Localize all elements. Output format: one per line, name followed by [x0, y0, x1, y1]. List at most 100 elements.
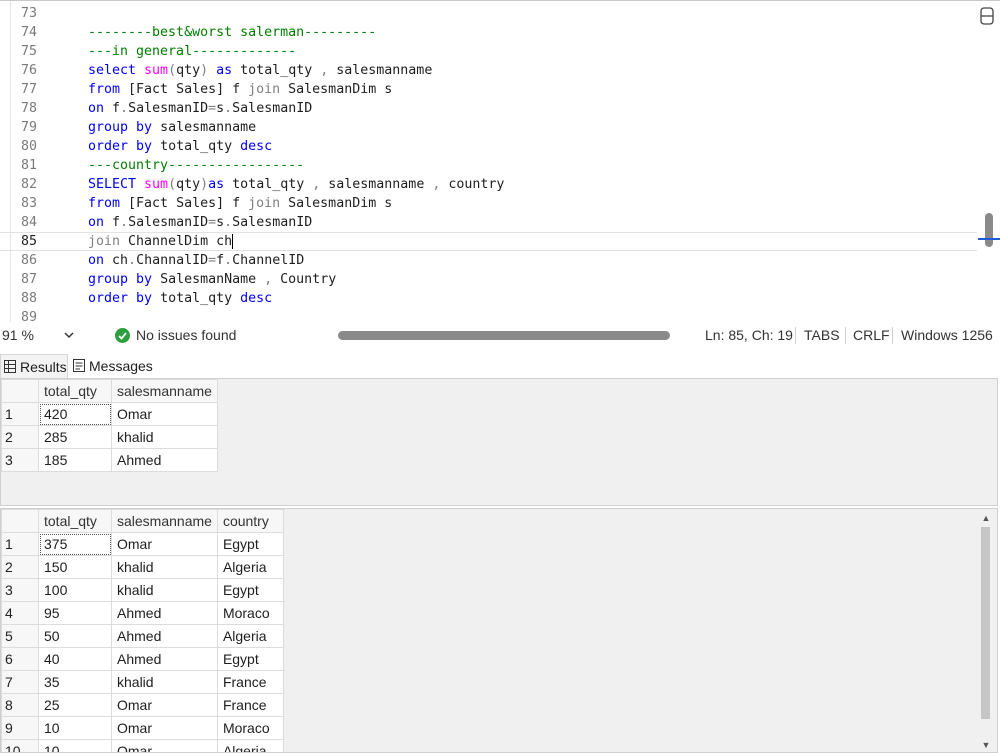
row-number[interactable]: 1	[1, 532, 39, 556]
row-number[interactable]: 3	[1, 578, 39, 602]
table-cell[interactable]: Moraco	[216, 716, 284, 740]
column-header[interactable]: total_qty	[38, 509, 112, 533]
code-line[interactable]: 87 group by SalesmanName , Country	[0, 270, 980, 289]
table-cell[interactable]: Moraco	[216, 601, 284, 625]
grid-vertical-scrollbar[interactable]: ▲ ▼	[979, 513, 993, 750]
code-line[interactable]: 74 --------best&worst salerman---------	[0, 23, 980, 42]
code-text[interactable]: order by total_qty desc	[88, 137, 272, 156]
zoom-level[interactable]: 91 %	[2, 327, 34, 343]
table-cell[interactable]: Omar	[111, 402, 218, 426]
table-row[interactable]: 3 100 khalid Egypt	[1, 578, 284, 602]
code-line[interactable]: 73	[0, 4, 980, 23]
table-cell[interactable]: 420	[38, 402, 112, 426]
code-line[interactable]: 82 SELECT sum(qty)as total_qty , salesman…	[0, 175, 980, 194]
table-row[interactable]: 9 10 Omar Moraco	[1, 716, 284, 740]
table-row[interactable]: 1 375 Omar Egypt	[1, 532, 284, 556]
table-cell[interactable]: Omar	[111, 532, 218, 556]
scroll-up-arrow-icon[interactable]: ▲	[981, 513, 991, 523]
table-cell[interactable]: France	[216, 693, 284, 717]
tab-messages[interactable]: Messages	[70, 354, 156, 378]
column-header[interactable]: salesmanname	[111, 379, 218, 403]
code-text[interactable]: from [Fact Sales] f join SalesmanDim s	[88, 80, 392, 99]
table-cell[interactable]: Algeria	[216, 739, 284, 752]
table-cell[interactable]: Algeria	[216, 624, 284, 648]
table-cell[interactable]: 95	[38, 601, 112, 625]
table-cell[interactable]: 10	[38, 739, 112, 752]
table-cell[interactable]: 35	[38, 670, 112, 694]
column-header[interactable]: total_qty	[38, 379, 112, 403]
code-text[interactable]: ---country-----------------	[88, 156, 304, 175]
table-row[interactable]: 3 185 Ahmed	[1, 448, 218, 472]
row-number[interactable]: 6	[1, 647, 39, 671]
row-number[interactable]: 5	[1, 624, 39, 648]
table-row[interactable]: 5 50 Ahmed Algeria	[1, 624, 284, 648]
code-line[interactable]: 84 on f.SalesmanID=s.SalesmanID	[0, 213, 980, 232]
code-text[interactable]: SELECT sum(qty)as total_qty , salesmanna…	[88, 175, 504, 194]
code-line[interactable]: 79 group by salesmanname	[0, 118, 980, 137]
code-line[interactable]: 83 from [Fact Sales] f join SalesmanDim s	[0, 194, 980, 213]
table-row[interactable]: 7 35 khalid France	[1, 670, 284, 694]
table-cell[interactable]: Egypt	[216, 578, 284, 602]
table-cell[interactable]: khalid	[111, 578, 218, 602]
table-row[interactable]: 6 40 Ahmed Egypt	[1, 647, 284, 671]
line-ending[interactable]: CRLF	[853, 327, 890, 343]
code-text[interactable]: group by SalesmanName , Country	[88, 270, 336, 289]
table-cell[interactable]: Ahmed	[111, 448, 218, 472]
table-row[interactable]: 1 420 Omar	[1, 402, 218, 426]
table-cell[interactable]: Egypt	[216, 532, 284, 556]
code-text[interactable]: --------best&worst salerman---------	[88, 23, 376, 42]
code-line[interactable]: 76 select sum(qty) as total_qty , salesma…	[0, 61, 980, 80]
code-line[interactable]: 88 order by total_qty desc	[0, 289, 980, 308]
table-cell[interactable]: Omar	[111, 716, 218, 740]
table-cell[interactable]: Egypt	[216, 647, 284, 671]
table-cell[interactable]: 10	[38, 716, 112, 740]
row-number[interactable]: 4	[1, 601, 39, 625]
row-number[interactable]: 8	[1, 693, 39, 717]
table-cell[interactable]: 150	[38, 555, 112, 579]
code-text[interactable]: on f.SalesmanID=s.SalesmanID	[88, 99, 312, 118]
sql-editor[interactable]: 73 74 --------best&worst salerman---------…	[0, 0, 1000, 322]
result-table-2[interactable]: total_qty salesmanname country 1 375 Omar Egy…	[1, 509, 284, 752]
row-number[interactable]: 10	[1, 739, 39, 752]
table-cell[interactable]: 40	[38, 647, 112, 671]
table-cell[interactable]: 50	[38, 624, 112, 648]
code-line[interactable]: 80 order by total_qty desc	[0, 137, 980, 156]
code-line[interactable]: 75 ---in general-------------	[0, 42, 980, 61]
table-cell[interactable]: 185	[38, 448, 112, 472]
editor-horizontal-scrollbar[interactable]	[338, 331, 670, 340]
code-line[interactable]: 81 ---country-----------------	[0, 156, 980, 175]
chevron-down-icon[interactable]	[62, 328, 76, 342]
table-cell[interactable]: Ahmed	[111, 601, 218, 625]
code-text[interactable]: from [Fact Sales] f join SalesmanDim s	[88, 194, 392, 213]
row-number[interactable]: 2	[1, 555, 39, 579]
grid-corner-cell[interactable]	[1, 379, 39, 403]
scroll-down-arrow-icon[interactable]: ▼	[981, 740, 991, 750]
column-header[interactable]: salesmanname	[111, 509, 218, 533]
table-cell[interactable]: khalid	[111, 425, 218, 449]
table-row[interactable]: 8 25 Omar France	[1, 693, 284, 717]
table-cell[interactable]: Ahmed	[111, 647, 218, 671]
row-number[interactable]: 1	[1, 402, 39, 426]
row-number[interactable]: 9	[1, 716, 39, 740]
table-cell[interactable]: khalid	[111, 555, 218, 579]
code-line[interactable]: 77 from [Fact Sales] f join SalesmanDim s	[0, 80, 980, 99]
row-number[interactable]: 7	[1, 670, 39, 694]
code-text[interactable]: on f.SalesmanID=s.SalesmanID	[88, 213, 312, 232]
table-row[interactable]: 2 150 khalid Algeria	[1, 555, 284, 579]
code-text[interactable]: ---in general-------------	[88, 42, 296, 61]
indent-mode[interactable]: TABS	[804, 327, 840, 343]
row-number[interactable]: 2	[1, 425, 39, 449]
row-number[interactable]: 3	[1, 448, 39, 472]
table-cell[interactable]: 100	[38, 578, 112, 602]
code-line[interactable]: 78 on f.SalesmanID=s.SalesmanID	[0, 99, 980, 118]
column-header[interactable]: country	[216, 509, 284, 533]
table-cell[interactable]: Omar	[111, 739, 218, 752]
table-cell[interactable]: 25	[38, 693, 112, 717]
table-row[interactable]: 10 10 Omar Algeria	[1, 739, 284, 752]
table-cell[interactable]: 285	[38, 425, 112, 449]
code-text[interactable]: on ch.ChannalID=f.ChannelID	[88, 251, 304, 270]
code-text[interactable]: order by total_qty desc	[88, 289, 272, 308]
cursor-position[interactable]: Ln: 85, Ch: 19	[705, 327, 793, 343]
table-cell[interactable]: Algeria	[216, 555, 284, 579]
code-line[interactable]: 86 on ch.ChannalID=f.ChannelID	[0, 251, 980, 270]
